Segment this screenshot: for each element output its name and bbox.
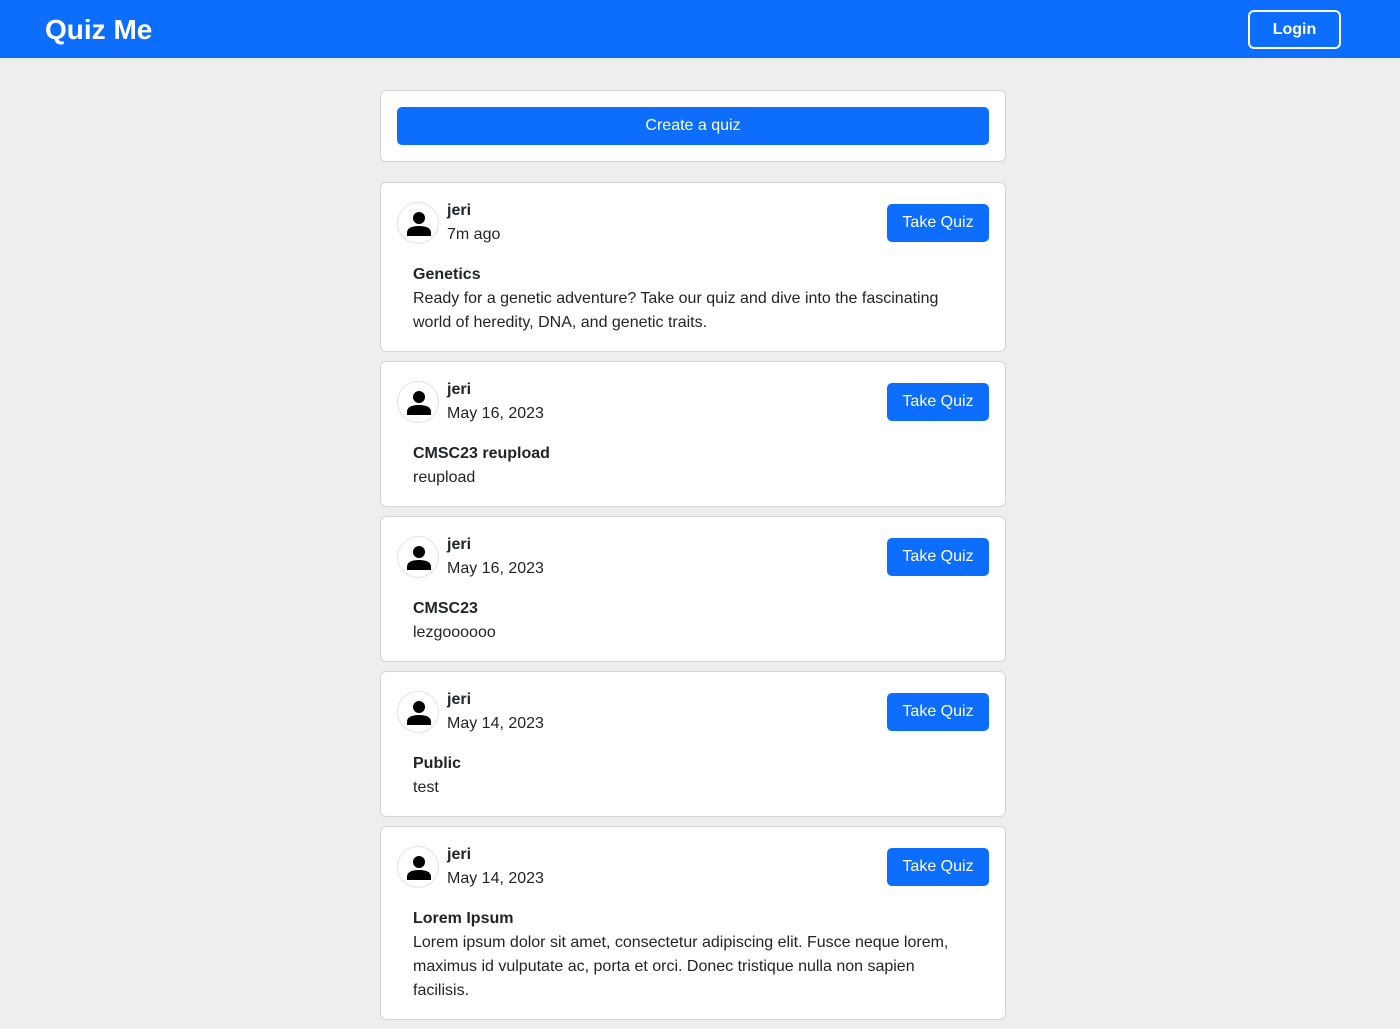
login-button[interactable]: Login xyxy=(1248,10,1341,49)
brand-title[interactable]: Quiz Me xyxy=(45,13,152,47)
avatar xyxy=(397,381,439,423)
person-icon xyxy=(407,701,431,725)
quiz-description: test xyxy=(413,779,439,796)
quiz-description: lezgoooooo xyxy=(413,624,496,641)
take-quiz-button[interactable]: Take Quiz xyxy=(887,383,989,421)
quiz-time: May 14, 2023 xyxy=(447,870,544,887)
quiz-title: Genetics xyxy=(413,266,481,283)
navbar: Quiz Me Login xyxy=(0,0,1400,58)
quiz-card-header: jeri May 14, 2023 Take Quiz xyxy=(397,688,989,752)
quiz-feed: Create a quiz jeri 7m ago Take Quiz Gene… xyxy=(380,90,1006,1029)
quiz-card-header: jeri May 16, 2023 Take Quiz xyxy=(397,533,989,597)
person-icon xyxy=(407,856,431,880)
quiz-card-body: CMSC23 lezgoooooo xyxy=(397,597,989,645)
quiz-card-body: CMSC23 reupload reupload xyxy=(397,442,989,490)
quiz-card-body: Genetics Ready for a genetic adventure? … xyxy=(397,263,989,335)
quiz-author: jeri xyxy=(447,691,472,708)
create-quiz-button[interactable]: Create a quiz xyxy=(397,107,989,145)
quiz-author: jeri xyxy=(447,202,472,219)
quiz-description: reupload xyxy=(413,469,476,486)
quiz-time: May 14, 2023 xyxy=(447,715,544,732)
quiz-title: CMSC23 reupload xyxy=(413,445,550,462)
quiz-card: jeri May 14, 2023 Take Quiz Lorem Ipsum … xyxy=(380,826,1006,1020)
quiz-author: jeri xyxy=(447,846,472,863)
quiz-card: jeri 7m ago Take Quiz Genetics Ready for… xyxy=(380,182,1006,352)
quiz-author: jeri xyxy=(447,536,472,553)
quiz-card-header: jeri May 14, 2023 Take Quiz xyxy=(397,843,989,907)
person-icon xyxy=(407,391,431,415)
take-quiz-button[interactable]: Take Quiz xyxy=(887,538,989,576)
quiz-time: 7m ago xyxy=(447,226,501,243)
quiz-author: jeri xyxy=(447,381,472,398)
quiz-card: jeri May 16, 2023 Take Quiz CMSC23 lezgo… xyxy=(380,516,1006,662)
take-quiz-button[interactable]: Take Quiz xyxy=(887,848,989,886)
take-quiz-button[interactable]: Take Quiz xyxy=(887,204,989,242)
quiz-description: Ready for a genetic adventure? Take our … xyxy=(413,290,939,331)
person-icon xyxy=(407,212,431,236)
quiz-time: May 16, 2023 xyxy=(447,405,544,422)
person-icon xyxy=(407,546,431,570)
quiz-description: Lorem ipsum dolor sit amet, consectetur … xyxy=(413,934,949,999)
quiz-card: jeri May 14, 2023 Take Quiz Public test xyxy=(380,671,1006,817)
create-quiz-card: Create a quiz xyxy=(380,90,1006,162)
avatar xyxy=(397,536,439,578)
take-quiz-button[interactable]: Take Quiz xyxy=(887,693,989,731)
quiz-title: Public xyxy=(413,755,462,772)
quiz-card-body: Lorem Ipsum Lorem ipsum dolor sit amet, … xyxy=(397,907,989,1003)
quiz-title: CMSC23 xyxy=(413,600,478,617)
avatar xyxy=(397,202,439,244)
quiz-card-header: jeri 7m ago Take Quiz xyxy=(397,199,989,263)
quiz-time: May 16, 2023 xyxy=(447,560,544,577)
quiz-card: jeri May 16, 2023 Take Quiz CMSC23 reupl… xyxy=(380,361,1006,507)
quiz-title: Lorem Ipsum xyxy=(413,910,514,927)
quiz-card-header: jeri May 16, 2023 Take Quiz xyxy=(397,378,989,442)
avatar xyxy=(397,846,439,888)
quiz-card-body: Public test xyxy=(397,752,989,800)
avatar xyxy=(397,691,439,733)
